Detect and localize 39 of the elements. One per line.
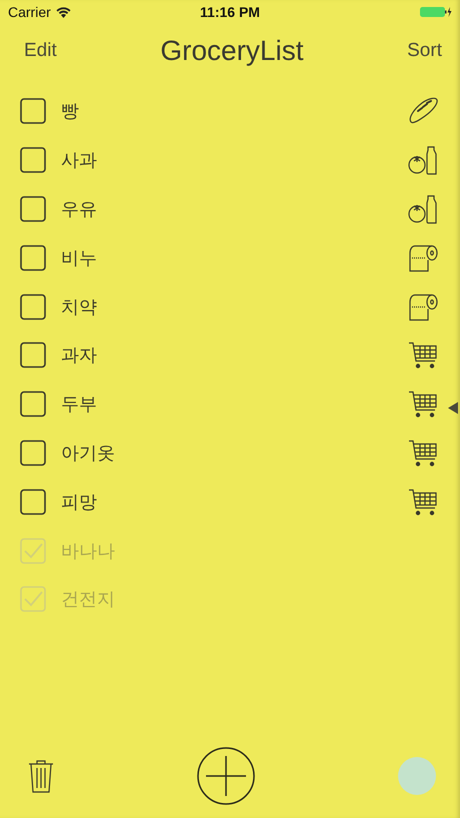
cart-icon bbox=[408, 340, 438, 370]
color-circle-button[interactable] bbox=[398, 757, 436, 795]
trash-icon[interactable] bbox=[28, 758, 54, 794]
add-button[interactable] bbox=[196, 746, 256, 806]
item-name: 사과 bbox=[61, 149, 97, 172]
item-name: 아기옷 bbox=[61, 442, 115, 465]
checkbox[interactable] bbox=[20, 294, 46, 320]
item-name: 피망 bbox=[61, 490, 97, 514]
carrier-label: Carrier bbox=[8, 4, 51, 20]
checkbox[interactable] bbox=[20, 342, 46, 368]
item-name: 두부 bbox=[61, 393, 97, 416]
item-name: 건전지 bbox=[61, 588, 115, 612]
triangle-icon bbox=[448, 402, 458, 414]
item-name: 우유 bbox=[61, 198, 97, 221]
nav-title: GroceryList bbox=[160, 35, 304, 67]
status-time: 11:16 PM bbox=[200, 4, 260, 20]
produce-icon bbox=[408, 194, 438, 224]
produce-icon bbox=[408, 145, 438, 176]
item-name: 치약 bbox=[61, 296, 97, 319]
item-name: 바나나 bbox=[61, 540, 115, 563]
checkbox[interactable] bbox=[20, 488, 46, 515]
wifi-icon bbox=[56, 6, 71, 18]
cart-icon bbox=[408, 389, 438, 420]
checkbox[interactable] bbox=[20, 196, 46, 222]
battery-icon bbox=[420, 6, 452, 18]
checkbox[interactable] bbox=[20, 147, 46, 174]
edit-button[interactable]: Edit bbox=[20, 36, 61, 66]
item-name: 과자 bbox=[61, 344, 97, 368]
item-name: 비누 bbox=[61, 246, 97, 270]
checkbox[interactable] bbox=[20, 98, 46, 124]
checkbox[interactable] bbox=[20, 391, 46, 418]
toilet-paper-icon bbox=[408, 292, 438, 322]
cart-icon bbox=[408, 438, 438, 468]
toilet-paper-icon bbox=[408, 242, 438, 273]
checkbox[interactable] bbox=[20, 244, 46, 271]
sort-button[interactable]: Sort bbox=[403, 36, 446, 66]
checkbox[interactable] bbox=[20, 440, 46, 466]
item-name: 빵 bbox=[61, 100, 79, 124]
cart-icon bbox=[408, 486, 438, 517]
